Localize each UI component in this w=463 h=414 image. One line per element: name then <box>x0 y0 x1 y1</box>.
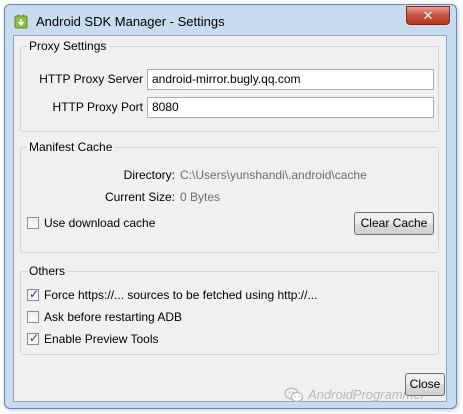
checkbox-box[interactable]: ✓ <box>27 331 40 345</box>
wechat-icon <box>284 387 304 403</box>
settings-window: Android SDK Manager - Settings ✕ Proxy S… <box>4 4 457 409</box>
manifest-cache-group: Manifest Cache Directory: C:\Users\yunsh… <box>20 140 439 253</box>
checkbox-box[interactable] <box>27 311 39 323</box>
others-title: Others <box>27 264 68 278</box>
close-button[interactable]: Close <box>405 373 445 396</box>
http-proxy-server-label: HTTP Proxy Server <box>39 72 143 86</box>
manifest-cache-title: Manifest Cache <box>27 140 115 154</box>
force-http-label: Force https://... sources to be fetched … <box>44 288 318 302</box>
http-proxy-port-label: HTTP Proxy Port <box>52 100 143 114</box>
close-icon: ✕ <box>422 8 434 23</box>
http-proxy-port-input[interactable]: 8080 <box>147 97 434 118</box>
proxy-settings-title: Proxy Settings <box>27 39 109 53</box>
title-bar[interactable]: Android SDK Manager - Settings ✕ <box>5 5 456 35</box>
checkbox-box[interactable] <box>27 217 39 229</box>
checkbox-box[interactable]: ✓ <box>27 287 40 301</box>
clear-cache-button[interactable]: Clear Cache <box>354 212 434 235</box>
current-size-label: Current Size: <box>104 190 175 204</box>
window-title: Android SDK Manager - Settings <box>36 14 225 29</box>
http-proxy-server-input[interactable]: android-mirror.bugly.qq.com <box>147 69 434 90</box>
ask-before-restarting-adb-label: Ask before restarting ADB <box>44 310 183 324</box>
directory-label: Directory: <box>123 168 175 182</box>
use-download-cache-label: Use download cache <box>44 216 156 230</box>
window-close-button[interactable]: ✕ <box>406 6 450 25</box>
android-sdk-download-icon <box>14 14 28 29</box>
enable-preview-tools-label: Enable Preview Tools <box>44 332 159 346</box>
current-size-value: 0 Bytes <box>180 190 221 204</box>
proxy-settings-group: Proxy Settings HTTP Proxy Server android… <box>20 39 439 132</box>
settings-panel: Proxy Settings HTTP Proxy Server android… <box>13 35 447 403</box>
others-group: Others ✓ Force https://... sources to be… <box>20 264 439 355</box>
directory-value: C:\Users\yunshandi\.android\cache <box>180 168 367 182</box>
checkmark-icon: ✓ <box>28 287 40 301</box>
checkmark-icon: ✓ <box>28 331 40 345</box>
